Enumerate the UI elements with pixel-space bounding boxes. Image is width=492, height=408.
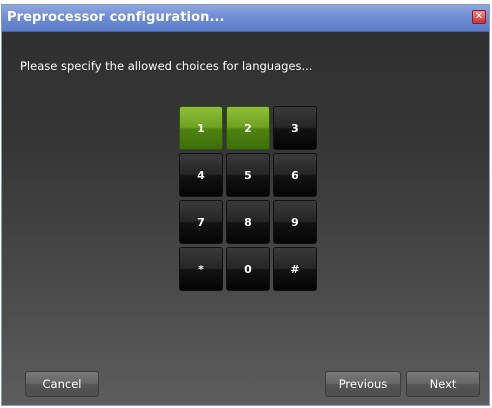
- key-0[interactable]: 0: [226, 247, 270, 291]
- key-8[interactable]: 8: [226, 200, 270, 244]
- instruction-text: Please specify the allowed choices for l…: [20, 59, 313, 73]
- key-star[interactable]: *: [179, 247, 223, 291]
- key-7[interactable]: 7: [179, 200, 223, 244]
- window-title: Preprocessor configuration...: [7, 10, 225, 25]
- key-9[interactable]: 9: [273, 200, 317, 244]
- key-1[interactable]: 1: [179, 106, 223, 150]
- close-icon[interactable]: ✕: [472, 10, 486, 24]
- previous-button[interactable]: Previous: [325, 371, 401, 397]
- key-4[interactable]: 4: [179, 153, 223, 197]
- preprocessor-dialog: Preprocessor configuration... ✕ Please s…: [1, 4, 490, 406]
- key-6[interactable]: 6: [273, 153, 317, 197]
- key-hash[interactable]: #: [273, 247, 317, 291]
- key-3[interactable]: 3: [273, 106, 317, 150]
- next-button[interactable]: Next: [406, 371, 480, 397]
- cancel-button[interactable]: Cancel: [25, 371, 99, 397]
- key-2[interactable]: 2: [226, 106, 270, 150]
- key-5[interactable]: 5: [226, 153, 270, 197]
- keypad: 1 2 3 4 5 6 7 8 9 * 0 #: [179, 106, 325, 291]
- title-bar[interactable]: Preprocessor configuration... ✕: [2, 5, 489, 32]
